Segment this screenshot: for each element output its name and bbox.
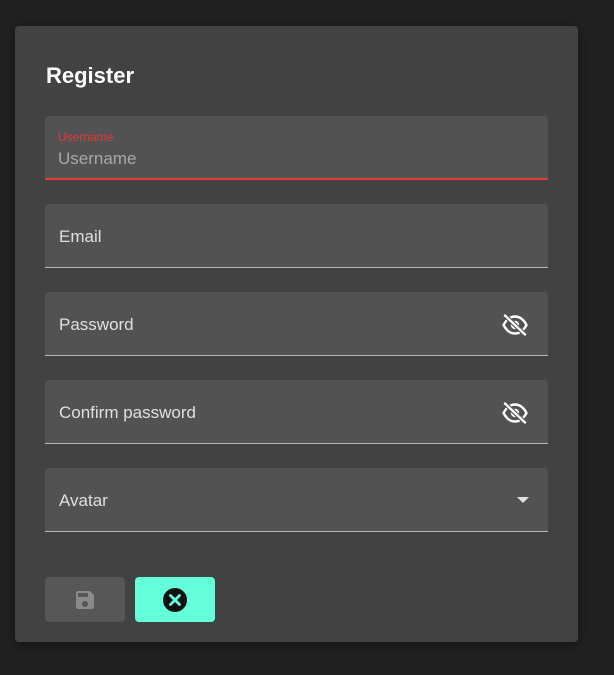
- avatar-label: Avatar: [59, 491, 108, 510]
- username-float-label: Username: [58, 130, 114, 144]
- username-field[interactable]: Username: [45, 116, 548, 180]
- form-title: Register: [46, 63, 135, 88]
- dropdown-arrow-icon[interactable]: [517, 497, 529, 503]
- floppy-disk-icon: [76, 590, 94, 609]
- email-label: Email: [59, 227, 102, 246]
- eye-off-icon[interactable]: [502, 313, 528, 337]
- confirm-password-label: Confirm password: [59, 403, 196, 422]
- cancel-button[interactable]: [135, 577, 215, 622]
- password-label: Password: [59, 315, 134, 334]
- eye-off-icon[interactable]: [502, 401, 528, 425]
- password-field[interactable]: Password: [45, 292, 548, 356]
- email-field[interactable]: Email: [45, 204, 548, 268]
- confirm-password-field[interactable]: Confirm password: [45, 380, 548, 444]
- close-circle-icon: [163, 587, 187, 612]
- avatar-select[interactable]: Avatar: [45, 468, 548, 532]
- username-input[interactable]: [58, 148, 518, 170]
- register-card: Register Username Email Password Confirm…: [15, 26, 578, 642]
- save-button[interactable]: [45, 577, 125, 622]
